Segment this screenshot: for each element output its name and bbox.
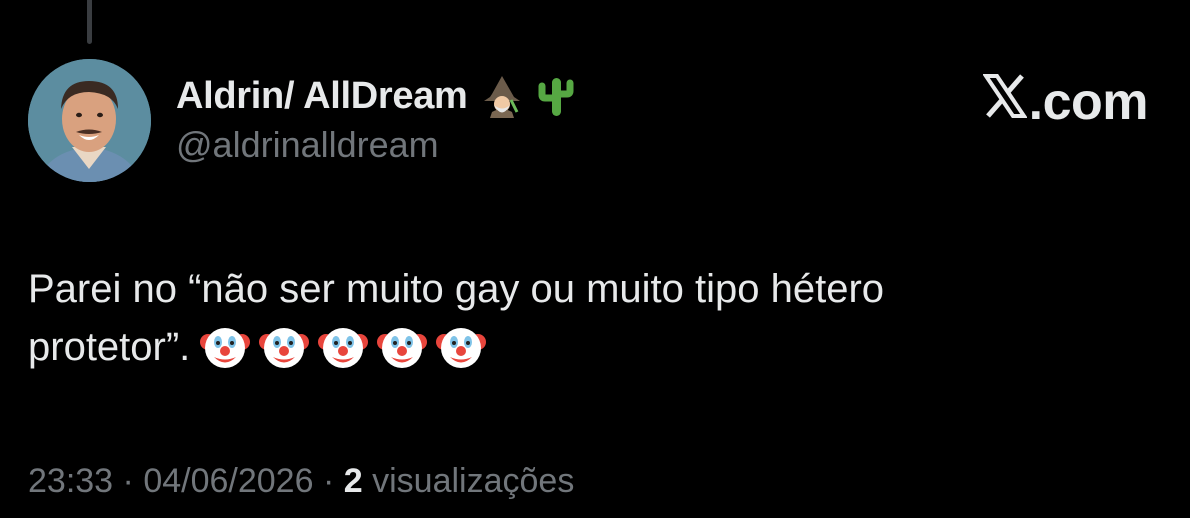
clown-face-icon (377, 322, 428, 372)
clown-face-icon (200, 322, 251, 372)
meta-separator: · (122, 462, 134, 500)
clown-face-icon (259, 322, 310, 372)
emoji-row (200, 322, 487, 372)
views-count: 2 (343, 462, 363, 500)
tweet-text-line-2: protetor”. (28, 325, 191, 369)
mage-icon (480, 74, 524, 118)
clown-face-icon (436, 322, 487, 372)
avatar[interactable] (28, 59, 151, 182)
views-label: visualizações (372, 462, 575, 500)
cactus-icon (536, 74, 576, 118)
x-logo-icon (981, 72, 1028, 118)
tweet-metadata: 23:33 · 04/06/2026 · 2 visualizações (28, 462, 574, 501)
user-header: Aldrin/ AllDream (176, 70, 576, 122)
tweet-text: Parei no “não ser muito gay ou muito tip… (28, 260, 1148, 376)
user-handle[interactable]: @aldrinalldream (176, 124, 439, 166)
tweet-text-line-1: Parei no “não ser muito gay ou muito tip… (28, 267, 885, 311)
brand-watermark: .com (981, 72, 1149, 132)
display-name[interactable]: Aldrin/ AllDream (176, 75, 468, 118)
clown-face-icon (318, 322, 369, 372)
meta-separator: · (322, 462, 335, 500)
thread-connector-line (87, 0, 92, 44)
brand-domain: .com (1028, 73, 1149, 131)
tweet-date[interactable]: 04/06/2026 (143, 462, 313, 500)
tweet-time[interactable]: 23:33 (28, 462, 113, 500)
